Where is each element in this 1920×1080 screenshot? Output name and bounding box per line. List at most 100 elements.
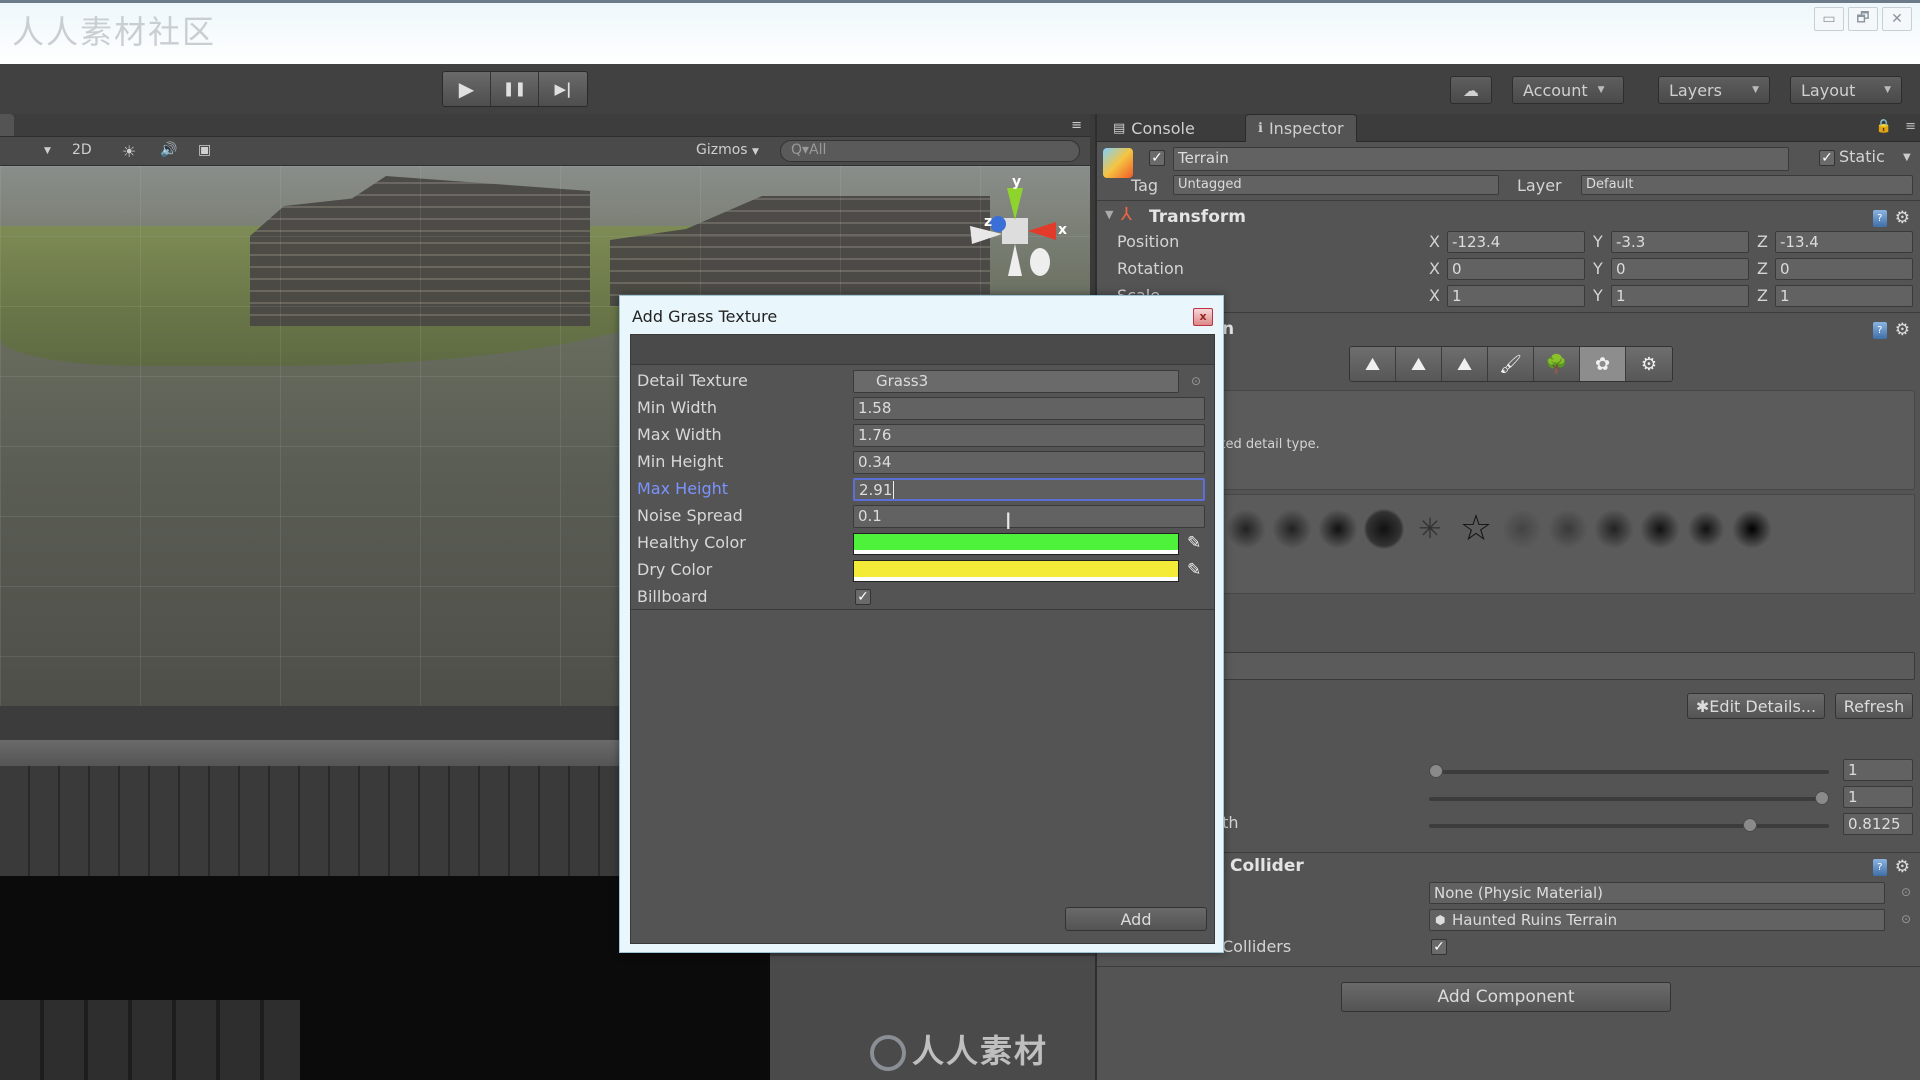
static-dropdown-icon[interactable]: ▼ — [1903, 152, 1911, 163]
shading-dropdown-caret[interactable]: ▼ — [44, 146, 51, 156]
tab-console[interactable]: ▤ Console — [1101, 114, 1207, 142]
gizmos-dropdown[interactable]: Gizmos ▼ — [696, 142, 759, 158]
add-component-button[interactable]: Add Component — [1341, 982, 1671, 1012]
brush-soft-4[interactable] — [1318, 509, 1358, 549]
cloud-button[interactable]: ☁ — [1450, 76, 1492, 104]
terrain-data-field[interactable]: Haunted Ruins Terrain — [1429, 909, 1885, 931]
brush-texture-3[interactable] — [1594, 509, 1634, 549]
rotation-x-field[interactable]: 0 — [1447, 258, 1585, 280]
dry-color-row: Dry Color ✎ — [631, 557, 1214, 584]
eyedropper-icon[interactable]: ✎ — [1187, 533, 1201, 553]
help-book-icon[interactable]: ? — [1872, 858, 1887, 876]
slider-knob[interactable] — [1742, 818, 1757, 832]
collapse-arrow-icon[interactable]: ▼ — [1105, 208, 1113, 221]
close-window-button[interactable]: ✕ — [1882, 7, 1912, 31]
terrain-settings-tool[interactable]: ⚙ — [1626, 347, 1672, 381]
hierarchy-search-input[interactable]: Q▾All — [780, 140, 1080, 162]
brush-soft-3[interactable] — [1272, 509, 1312, 549]
brush-texture-5[interactable] — [1686, 509, 1726, 549]
smooth-height-tool[interactable]: ⛰ — [1442, 347, 1488, 381]
max-height-input[interactable]: 2.91 — [853, 478, 1205, 501]
max-width-input[interactable]: 1.76 — [853, 424, 1205, 447]
physic-material-field[interactable]: None (Physic Material) — [1429, 882, 1885, 904]
slider-knob[interactable] — [1429, 764, 1443, 778]
detail-texture-field[interactable]: Grass3 — [853, 370, 1179, 393]
brush-texture-2[interactable] — [1548, 509, 1588, 549]
play-button[interactable]: ▶ — [443, 72, 491, 106]
target-strength-slider[interactable] — [1429, 818, 1829, 832]
layout-dropdown[interactable]: Layout ▼ — [1790, 76, 1902, 104]
step-button[interactable]: ▶| — [539, 72, 587, 106]
tag-dropdown[interactable]: Untagged — [1173, 175, 1499, 195]
position-z-field[interactable]: -13.4 — [1775, 231, 1913, 253]
opacity-field[interactable]: 1 — [1843, 786, 1913, 808]
rotation-y-field[interactable]: 0 — [1611, 258, 1749, 280]
position-y-field[interactable]: -3.3 — [1611, 231, 1749, 253]
object-picker-icon[interactable]: ⊙ — [1191, 374, 1201, 388]
healthy-color-swatch[interactable] — [853, 533, 1179, 555]
object-picker-icon[interactable]: ⊙ — [1901, 912, 1911, 926]
dialog-body: Detail Texture Grass3 ⊙ Min Width 1.58 M… — [630, 334, 1215, 944]
panel-menu-icon[interactable]: ≡ — [1905, 119, 1916, 134]
object-name-field[interactable]: Terrain — [1173, 147, 1789, 171]
paint-height-tool[interactable]: ⛰ — [1396, 347, 1442, 381]
noise-spread-input[interactable]: 0.1 — [853, 505, 1205, 528]
static-checkbox[interactable]: ✓ — [1819, 150, 1835, 166]
scene-tab[interactable] — [0, 114, 14, 136]
eyedropper-icon[interactable]: ✎ — [1187, 560, 1201, 580]
dry-color-swatch[interactable] — [853, 560, 1179, 582]
brush-size-field[interactable]: 1 — [1843, 759, 1913, 781]
brush-spark[interactable]: ✳ — [1410, 509, 1450, 549]
brush-soft-5[interactable] — [1364, 509, 1404, 549]
layer-dropdown[interactable]: Default — [1581, 175, 1913, 195]
edit-details-button[interactable]: ✱Edit Details... — [1687, 693, 1825, 719]
rotation-z-field[interactable]: 0 — [1775, 258, 1913, 280]
chevron-down-icon: ▼ — [1884, 85, 1891, 95]
brush-texture-1[interactable] — [1502, 509, 1542, 549]
scale-y-field[interactable]: 1 — [1611, 285, 1749, 307]
gear-icon[interactable]: ⚙ — [1895, 208, 1910, 228]
scale-z-field[interactable]: 1 — [1775, 285, 1913, 307]
scene-lighting-icon[interactable]: ☀ — [122, 142, 136, 161]
raise-lower-tool[interactable]: ⛰ — [1350, 347, 1396, 381]
paint-details-tool[interactable]: ✿ — [1580, 347, 1626, 381]
slider-knob[interactable] — [1815, 791, 1829, 805]
pause-button[interactable]: ❚❚ — [491, 72, 539, 106]
place-trees-tool[interactable]: 🌳 — [1534, 347, 1580, 381]
brush-star[interactable]: ☆ — [1456, 509, 1496, 549]
restore-button[interactable]: 🗗 — [1848, 7, 1878, 31]
scale-x-field[interactable]: 1 — [1447, 285, 1585, 307]
object-picker-icon[interactable]: ⊙ — [1901, 885, 1911, 899]
lock-icon[interactable]: 🔒 — [1876, 119, 1892, 134]
tree-colliders-checkbox[interactable]: ✓ — [1431, 939, 1447, 955]
tab-inspector[interactable]: ℹ Inspector — [1245, 114, 1357, 142]
account-label: Account — [1523, 80, 1588, 100]
opacity-slider[interactable] — [1429, 791, 1829, 805]
refresh-button[interactable]: Refresh — [1835, 693, 1913, 719]
billboard-checkbox[interactable]: ✓ — [855, 589, 871, 605]
paint-texture-tool[interactable]: 🖌 — [1488, 347, 1534, 381]
dialog-close-button[interactable]: x — [1193, 308, 1213, 326]
position-x-field[interactable]: -123.4 — [1447, 231, 1585, 253]
brush-texture-4[interactable] — [1640, 509, 1680, 549]
scene-orientation-gizmo[interactable]: y x z — [960, 176, 1070, 286]
layers-dropdown[interactable]: Layers ▼ — [1658, 76, 1770, 104]
brush-soft-2[interactable] — [1226, 509, 1266, 549]
scene-effects-icon[interactable]: ▣ — [198, 142, 211, 158]
active-checkbox[interactable]: ✓ — [1149, 150, 1165, 166]
minimize-button[interactable]: ▭ — [1814, 7, 1844, 31]
gear-icon[interactable]: ⚙ — [1895, 857, 1910, 877]
brush-size-slider[interactable] — [1429, 764, 1829, 778]
brush-texture-6[interactable] — [1732, 509, 1772, 549]
scene-audio-icon[interactable]: 🔊 — [160, 142, 177, 158]
account-dropdown[interactable]: Account ▼ — [1512, 76, 1624, 104]
help-book-icon[interactable]: ? — [1872, 321, 1887, 339]
min-height-input[interactable]: 0.34 — [853, 451, 1205, 474]
min-width-input[interactable]: 1.58 — [853, 397, 1205, 420]
panel-menu-icon[interactable]: ≡ — [1071, 118, 1082, 133]
target-strength-field[interactable]: 0.8125 — [1843, 813, 1913, 835]
add-button[interactable]: Add — [1065, 907, 1207, 931]
2d-toggle[interactable]: 2D — [72, 142, 92, 158]
gear-icon[interactable]: ⚙ — [1895, 320, 1910, 340]
help-book-icon[interactable]: ? — [1872, 209, 1887, 227]
